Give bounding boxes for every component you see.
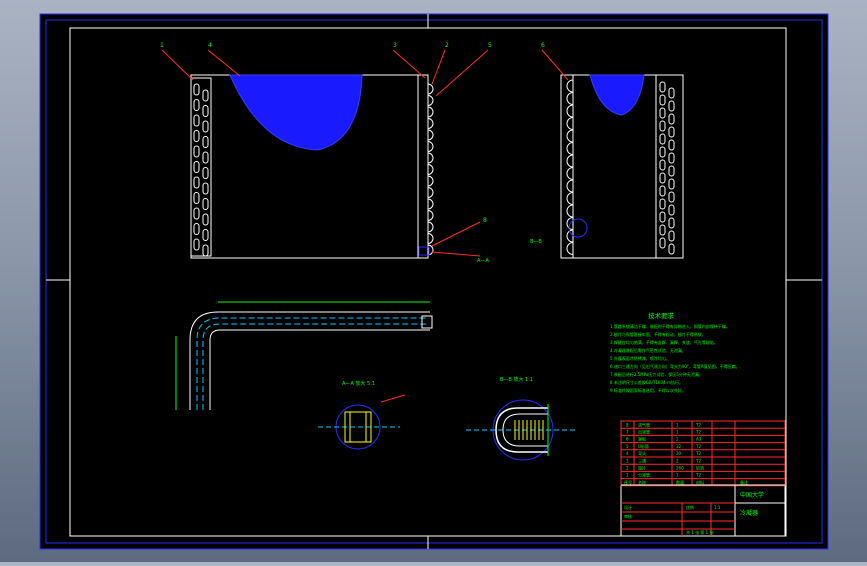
cad-drawing: 1 4 3 2 5 68 A—A B—B A—A 放大 5:1 B—B 放大 1:1 技术… <box>39 13 829 550</box>
title-block-school: 中国大学 <box>740 491 764 499</box>
parts-cell: T2 <box>695 430 701 435</box>
parts-cell: 三通 <box>638 457 646 463</box>
tech-req-item: 2.翅片与铜管胀接牢固，不得有松动，翅片不得倒伏。 <box>610 331 706 337</box>
part-number-balloon: 8 <box>483 217 487 224</box>
parts-header-cell: 名称 <box>638 479 646 485</box>
parts-cell: 弯头 <box>638 450 646 456</box>
tech-req-item: 5.外露表面涂防锈漆，喷涂均匀。 <box>610 355 670 361</box>
parts-cell: 端板 <box>638 436 646 442</box>
parts-header-cell: 材料 <box>696 479 704 485</box>
parts-cell: 翅片 <box>638 465 646 471</box>
parts-cell: 进气管 <box>638 421 650 427</box>
parts-cell: 30 <box>676 451 682 456</box>
tech-req-item: 6.进口三通方向（见出气流方向）弯头为90°，弯管R值见图，不得压扁。 <box>610 363 740 369</box>
parts-cell: 32 <box>676 444 682 449</box>
title-block-checker: 审核 <box>624 513 632 519</box>
parts-cell: 260 <box>676 466 684 471</box>
title-block-designer: 设计 <box>624 504 632 510</box>
parts-cell: 出液管 <box>638 429 650 435</box>
parts-cell: U形管 <box>638 443 649 449</box>
drawing-sheet <box>39 13 829 550</box>
parts-cell: A3 <box>696 437 702 442</box>
parts-cell: 铝箔 <box>696 465 704 471</box>
section-label-side: B—B <box>530 239 542 245</box>
part-number-balloon: 1 <box>160 42 164 49</box>
tech-req-item: 8.未注明尺寸公差按GB/T1804-m执行。 <box>610 379 683 385</box>
tech-req-item: 9.标准件按国家标准选用，不得以次充好。 <box>610 387 686 393</box>
title-block-scale-label: 比例 <box>686 504 694 510</box>
section-label-detail-b: B—B 放大 1:1 <box>500 376 533 383</box>
tech-req-title: 技术要求 <box>648 311 675 320</box>
parts-cell: T2 <box>695 451 701 456</box>
section-label-front: A—A <box>477 258 489 264</box>
parts-header-cell: 备注 <box>740 479 748 485</box>
parts-cell: T2 <box>695 422 701 427</box>
part-number-balloon: 6 <box>541 42 545 49</box>
part-number-balloon: 5 <box>488 42 492 49</box>
parts-header-cell: 数量 <box>676 479 684 485</box>
parts-header-cell: 序号 <box>624 479 632 485</box>
tech-req-item: 7.装配后进行2.5MPa压力试验，保压5分钟无泄漏。 <box>610 371 703 377</box>
cad-viewport[interactable]: 1432568 A—A B—B A—A 放大 5:1 B—B 放大 1:1 技术… <box>0 0 867 562</box>
part-number-balloon: 4 <box>208 42 212 49</box>
parts-cell: 分液管 <box>638 472 650 478</box>
tech-req-item: 1.管路系统清洁干燥，装配时不得有异物进入，铜管内部保持干燥。 <box>610 323 730 329</box>
part-number-balloon: 3 <box>393 42 397 49</box>
title-block-sheet: 共 1 张 第 1 张 <box>686 529 713 535</box>
parts-cell: T2 <box>695 473 701 478</box>
section-label-detail-a: A—A 放大 5:1 <box>342 380 375 387</box>
parts-cell: T2 <box>695 444 701 449</box>
parts-cell: T2 <box>695 458 701 463</box>
tech-req-item: 3.焊缝应均匀饱满，不得有虚焊、漏焊、夹渣、气孔等缺陷。 <box>610 339 718 345</box>
tech-req-item: 4.冷凝器装配后需作气密性试验，无泄漏。 <box>610 347 686 353</box>
part-number-balloon: 2 <box>445 42 449 49</box>
title-block-scale: 1:1 <box>714 505 721 510</box>
title-block-drawing-name: 冷凝器 <box>740 509 758 517</box>
